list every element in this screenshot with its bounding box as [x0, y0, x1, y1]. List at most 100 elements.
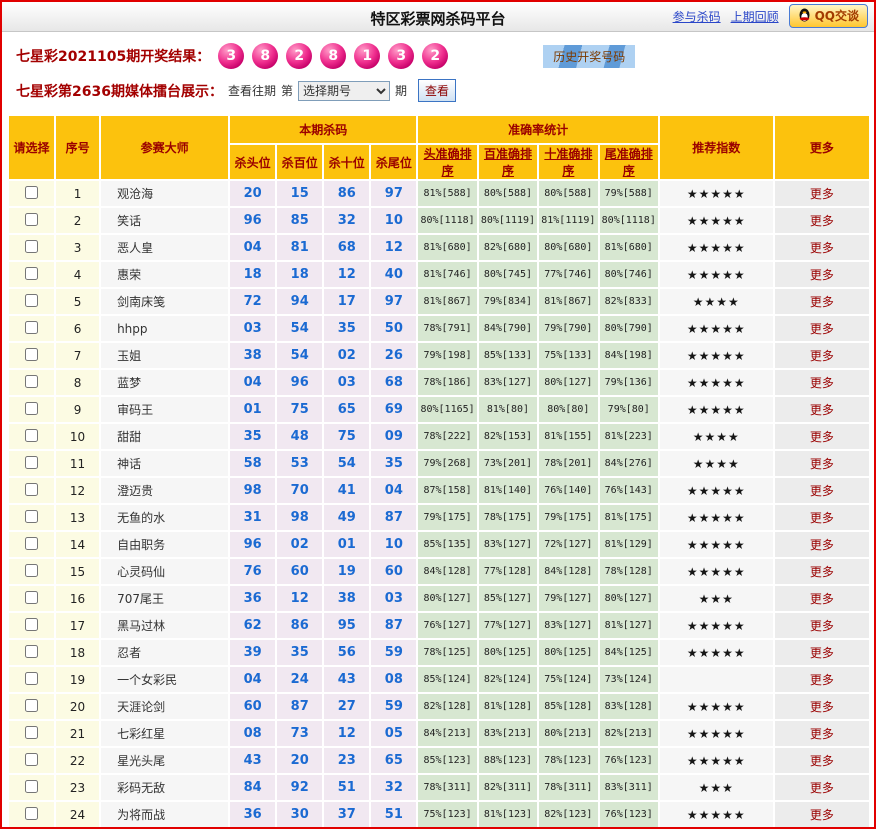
- kill-number: 10: [371, 532, 417, 557]
- row-select-checkbox[interactable]: [25, 725, 39, 739]
- accuracy-stat: 78%[311]: [418, 775, 477, 800]
- more-link[interactable]: 更多: [810, 727, 834, 741]
- row-select-checkbox[interactable]: [25, 293, 39, 307]
- table-row: 2 笑话 96 85 32 10 80%[1118] 80%[1119] 81%[1119] 80…: [9, 208, 869, 233]
- lottery-ball: 2: [286, 43, 313, 69]
- more-link[interactable]: 更多: [810, 700, 834, 714]
- table-row: 8 蓝梦 04 96 03 68 78%[186] 83%[127] 80%[127] 79%[1…: [9, 370, 869, 395]
- more-cell: 更多: [774, 505, 869, 530]
- more-link[interactable]: 更多: [810, 268, 834, 282]
- more-link[interactable]: 更多: [810, 349, 834, 363]
- accuracy-stat: 82%[311]: [478, 775, 538, 800]
- row-select-cell: [9, 613, 55, 638]
- master-name: 星光头尾: [101, 748, 229, 773]
- row-select-checkbox[interactable]: [25, 698, 39, 712]
- row-select-checkbox[interactable]: [25, 779, 39, 793]
- kill-number: 36: [230, 586, 276, 611]
- arena-title-label: 七星彩第2636期媒体擂台展示：: [16, 83, 223, 100]
- row-select-checkbox[interactable]: [25, 401, 39, 415]
- history-numbers-button[interactable]: 历史开奖号码: [543, 44, 636, 68]
- period-select[interactable]: 选择期号: [298, 80, 390, 101]
- row-select-checkbox[interactable]: [25, 212, 39, 226]
- more-link[interactable]: 更多: [810, 457, 834, 471]
- more-link[interactable]: 更多: [810, 403, 834, 417]
- row-index: 10: [56, 424, 100, 449]
- row-select-checkbox[interactable]: [25, 374, 39, 388]
- sort-hundred-accuracy-link[interactable]: 百准确排序: [484, 147, 532, 178]
- more-cell: 更多: [774, 478, 869, 503]
- more-link[interactable]: 更多: [810, 295, 834, 309]
- kill-number: 85: [277, 208, 323, 233]
- more-link[interactable]: 更多: [810, 754, 834, 768]
- table-row: 16 707尾王 36 12 38 03 80%[127] 85%[127] 79%[127] 8…: [9, 586, 869, 611]
- row-select-checkbox[interactable]: [25, 320, 39, 334]
- more-link[interactable]: 更多: [810, 619, 834, 633]
- sort-ten-accuracy-link[interactable]: 十准确排序: [544, 147, 592, 178]
- more-cell: 更多: [774, 721, 869, 746]
- master-name: 707尾王: [101, 586, 229, 611]
- accuracy-stat: 80%[1119]: [478, 208, 538, 233]
- more-link[interactable]: 更多: [810, 781, 834, 795]
- accuracy-stat: 82%[153]: [478, 424, 538, 449]
- more-link[interactable]: 更多: [810, 187, 834, 201]
- row-select-checkbox[interactable]: [25, 752, 39, 766]
- row-select-checkbox[interactable]: [25, 185, 39, 199]
- sort-tail-accuracy-link[interactable]: 尾准确排序: [605, 147, 653, 178]
- accuracy-stat: 81%[175]: [599, 505, 658, 530]
- accuracy-stat: 80%[1118]: [418, 208, 477, 233]
- row-select-checkbox[interactable]: [25, 509, 39, 523]
- row-select-checkbox[interactable]: [25, 563, 39, 577]
- master-name: 审码王: [101, 397, 229, 422]
- more-link[interactable]: 更多: [810, 214, 834, 228]
- more-cell: 更多: [774, 667, 869, 692]
- row-select-checkbox[interactable]: [25, 671, 39, 685]
- row-index: 3: [56, 235, 100, 260]
- more-link[interactable]: 更多: [810, 808, 834, 822]
- row-select-checkbox[interactable]: [25, 536, 39, 550]
- table-row: 6 hhpp 03 54 35 50 78%[791] 84%[790] 79%[790] 80%…: [9, 316, 869, 341]
- period-filter-row: 七星彩第2636期媒体擂台展示： 查看往期 第 选择期号 期 查看: [2, 73, 874, 112]
- accuracy-stat: 79%[175]: [418, 505, 477, 530]
- row-select-checkbox[interactable]: [25, 455, 39, 469]
- kill-number: 92: [277, 775, 323, 800]
- sort-head-accuracy-link[interactable]: 头准确排序: [424, 147, 472, 178]
- more-link[interactable]: 更多: [810, 430, 834, 444]
- last-period-review-link[interactable]: 上期回顾: [731, 8, 779, 25]
- accuracy-stat: 76%[123]: [599, 802, 658, 827]
- row-select-checkbox[interactable]: [25, 482, 39, 496]
- row-select-checkbox[interactable]: [25, 239, 39, 253]
- more-link[interactable]: 更多: [810, 592, 834, 606]
- accuracy-stat: 80%[125]: [478, 640, 538, 665]
- join-kill-link[interactable]: 参与杀码: [673, 8, 721, 25]
- kill-number: 04: [230, 235, 276, 260]
- more-link[interactable]: 更多: [810, 484, 834, 498]
- more-link[interactable]: 更多: [810, 376, 834, 390]
- accuracy-stat: 84%[125]: [599, 640, 658, 665]
- more-link[interactable]: 更多: [810, 646, 834, 660]
- star-rating: ★★★★★: [659, 370, 773, 395]
- accuracy-stat: 79%[127]: [539, 586, 598, 611]
- kill-number: 36: [230, 802, 276, 827]
- row-select-checkbox[interactable]: [25, 347, 39, 361]
- more-link[interactable]: 更多: [810, 538, 834, 552]
- kill-number: 10: [371, 208, 417, 233]
- accuracy-stat: 83%[127]: [478, 370, 538, 395]
- star-rating: ★★★: [659, 775, 773, 800]
- more-link[interactable]: 更多: [810, 673, 834, 687]
- more-link[interactable]: 更多: [810, 241, 834, 255]
- qq-chat-button[interactable]: QQ交谈: [788, 4, 868, 28]
- row-select-checkbox[interactable]: [25, 806, 39, 820]
- row-select-checkbox[interactable]: [25, 644, 39, 658]
- row-select-checkbox[interactable]: [25, 590, 39, 604]
- accuracy-stat: 79%[136]: [599, 370, 658, 395]
- more-link[interactable]: 更多: [810, 511, 834, 525]
- row-index: 21: [56, 721, 100, 746]
- more-link[interactable]: 更多: [810, 322, 834, 336]
- accuracy-stat: 81%[1119]: [539, 208, 598, 233]
- row-select-checkbox[interactable]: [25, 428, 39, 442]
- view-button[interactable]: 查看: [418, 79, 457, 102]
- more-link[interactable]: 更多: [810, 565, 834, 579]
- row-select-checkbox[interactable]: [25, 266, 39, 280]
- table-row: 7 玉姐 38 54 02 26 79%[198] 85%[133] 75%[133] 84%[1…: [9, 343, 869, 368]
- row-select-checkbox[interactable]: [25, 617, 39, 631]
